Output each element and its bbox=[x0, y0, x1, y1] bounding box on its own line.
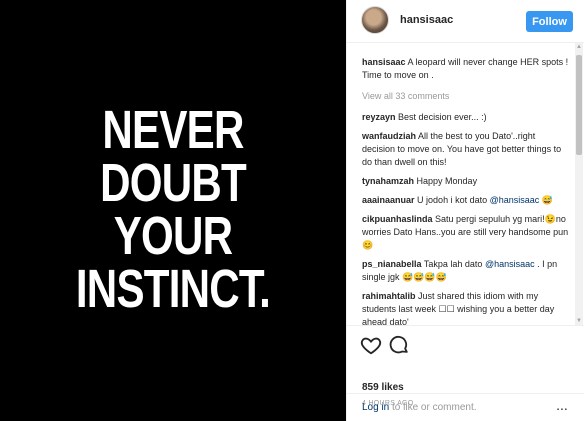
scrollbar-thumb[interactable] bbox=[576, 55, 582, 155]
post-sidebar: hansisaac Follow hansisaac A leopard wil… bbox=[346, 0, 584, 421]
comments-list[interactable]: hansisaac A leopard will never change HE… bbox=[347, 43, 584, 325]
scroll-down-arrow-icon[interactable]: ▼ bbox=[575, 317, 583, 325]
view-all-comments-link[interactable]: View all 33 comments bbox=[362, 90, 570, 103]
comment-username[interactable]: tynahamzah bbox=[362, 176, 414, 186]
post-modal: NEVER DOUBT YOUR INSTINCT. hansisaac Fol… bbox=[0, 0, 584, 421]
comment-text: Happy Monday bbox=[416, 176, 478, 186]
comment-mention-link[interactable]: @hansisaac bbox=[490, 195, 540, 205]
comment-username[interactable]: cikpuanhaslinda bbox=[362, 214, 433, 224]
header-username[interactable]: hansisaac bbox=[400, 14, 453, 26]
comment-item: tynahamzah Happy Monday bbox=[362, 175, 570, 188]
login-suffix: to like or comment. bbox=[389, 402, 477, 413]
quote-line: INSTINCT. bbox=[75, 259, 271, 319]
comment-text: U jodoh i kot dato bbox=[417, 195, 488, 205]
comment-username[interactable]: wanfaudziah bbox=[362, 131, 416, 141]
caption-username[interactable]: hansisaac bbox=[362, 57, 406, 67]
quote-line: YOUR bbox=[113, 206, 233, 266]
comment-username[interactable]: rahimahtalib bbox=[362, 291, 416, 301]
quote-line: NEVER bbox=[102, 100, 244, 160]
comment-item: ps_nianabella Takpa lah dato @hansisaac … bbox=[362, 258, 570, 284]
comments-scrollbar[interactable]: ▲ ▼ bbox=[575, 43, 583, 325]
comment-item: wanfaudziah All the best to you Dato'..r… bbox=[362, 130, 570, 169]
comment-mention-link[interactable]: @hansisaac bbox=[485, 259, 535, 269]
comment-username[interactable]: ps_nianabella bbox=[362, 259, 422, 269]
comment-text: Takpa lah dato bbox=[423, 259, 483, 269]
comments-inner: hansisaac A leopard will never change HE… bbox=[362, 56, 570, 325]
comment-username[interactable]: aaainaanuar bbox=[362, 195, 415, 205]
login-link[interactable]: Log in bbox=[362, 402, 389, 413]
scroll-up-arrow-icon[interactable]: ▲ bbox=[575, 43, 583, 51]
comment-item: cikpuanhaslinda Satu pergi sepuluh yg ma… bbox=[362, 213, 570, 252]
comment-item: aaainaanuar U jodoh i kot dato @hansisaa… bbox=[362, 194, 570, 207]
comment-item: reyzayn Best decision ever... :) bbox=[362, 111, 570, 124]
quote-line: DOUBT bbox=[100, 153, 247, 213]
comment-item: rahimahtalib Just shared this idiom with… bbox=[362, 290, 570, 325]
caption: hansisaac A leopard will never change HE… bbox=[362, 56, 570, 82]
comment-username[interactable]: reyzayn bbox=[362, 112, 396, 122]
heart-icon[interactable] bbox=[360, 334, 382, 356]
comment-bar: Log in to like or comment. ... bbox=[347, 393, 584, 421]
comment-icon[interactable] bbox=[388, 334, 410, 356]
more-options-icon[interactable]: ... bbox=[552, 398, 572, 414]
follow-button[interactable]: Follow bbox=[526, 11, 573, 32]
comment-text: Best decision ever... :) bbox=[398, 112, 487, 122]
likes-count[interactable]: 859 likes bbox=[362, 382, 404, 393]
login-prompt: Log in to like or comment. bbox=[362, 402, 477, 413]
post-image[interactable]: NEVER DOUBT YOUR INSTINCT. bbox=[0, 0, 346, 421]
comment-text-suffix: 😅 bbox=[539, 195, 553, 205]
quote-text: NEVER DOUBT YOUR INSTINCT. bbox=[0, 100, 346, 319]
post-header: hansisaac Follow bbox=[347, 0, 584, 43]
avatar[interactable] bbox=[361, 6, 389, 34]
